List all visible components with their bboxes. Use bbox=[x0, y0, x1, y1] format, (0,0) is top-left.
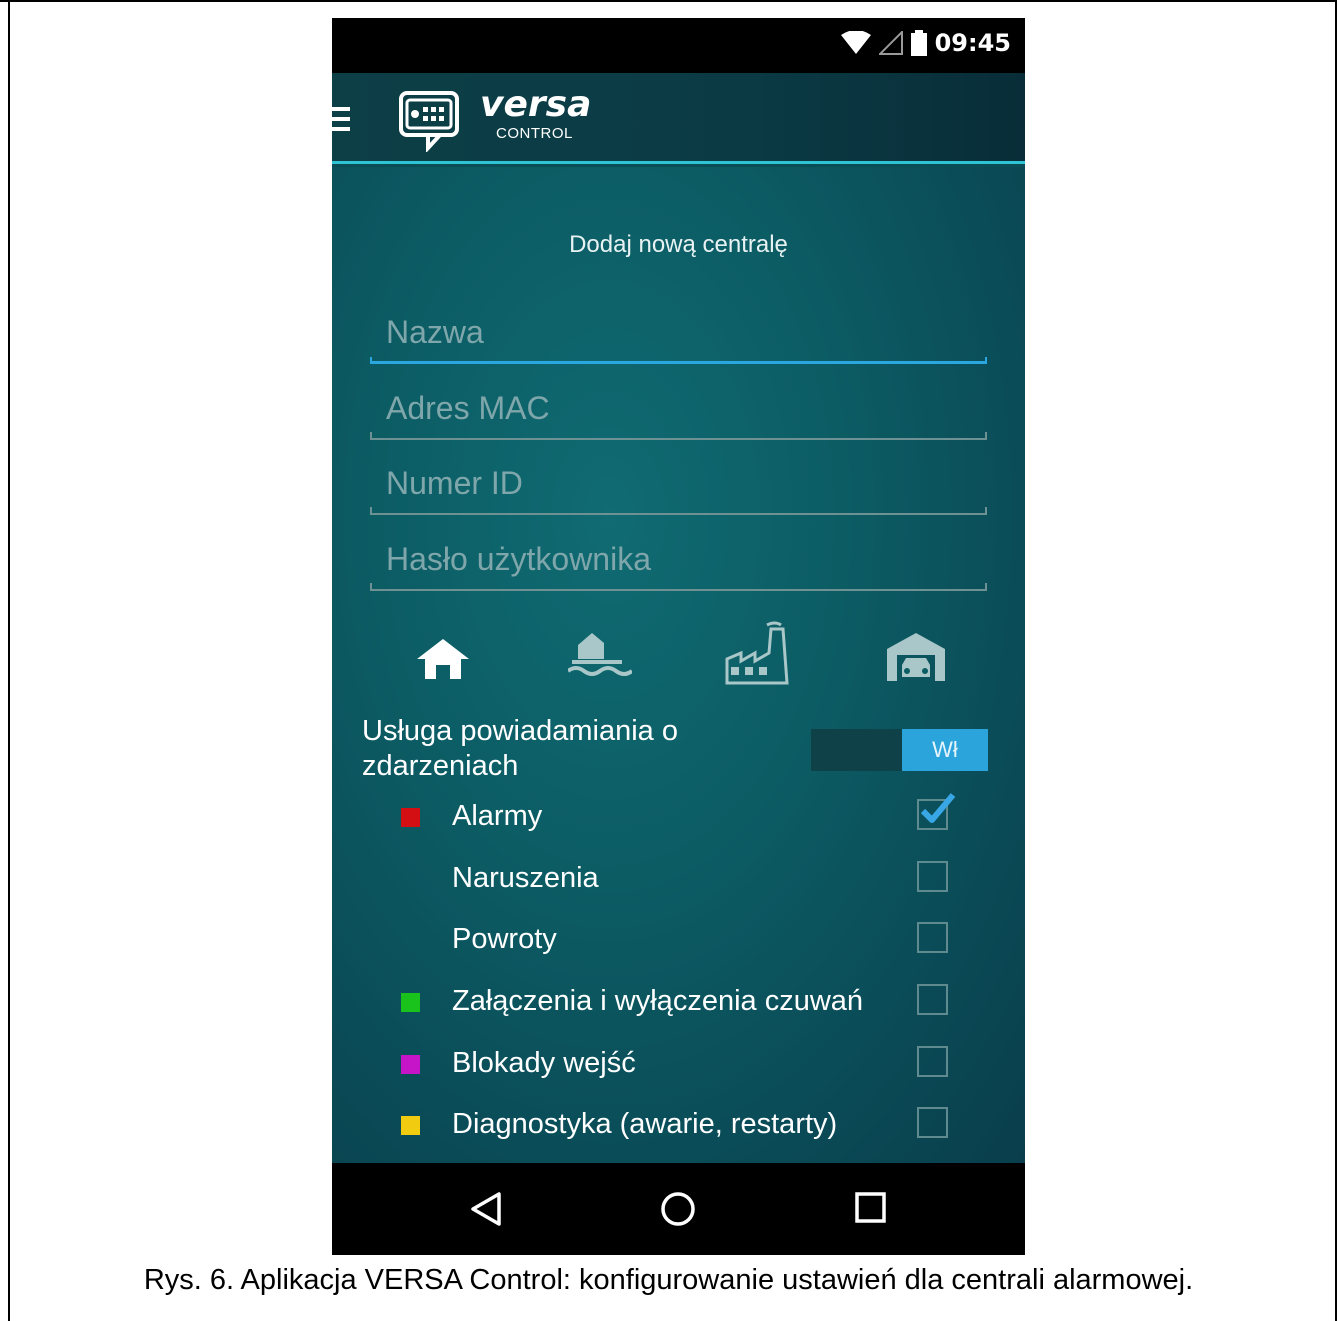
event-color-swatch bbox=[401, 1116, 420, 1135]
factory-icon[interactable] bbox=[725, 619, 791, 685]
event-label: Powroty bbox=[452, 923, 557, 955]
wifi-icon bbox=[840, 31, 871, 54]
event-notification-label: Usługa powiadamiania o zdarzeniach bbox=[362, 715, 678, 782]
event-checkbox[interactable] bbox=[917, 793, 956, 830]
keypad-logo-icon bbox=[399, 91, 459, 152]
mac-address-input[interactable] bbox=[370, 384, 987, 432]
event-label: Naruszenia bbox=[452, 862, 599, 894]
brand-subtitle: CONTROL bbox=[496, 125, 573, 142]
house-icon[interactable] bbox=[415, 637, 471, 681]
event-checkbox[interactable] bbox=[917, 1046, 948, 1077]
event-checkbox[interactable] bbox=[917, 861, 948, 892]
event-label: Blokady wejść bbox=[452, 1047, 636, 1079]
name-field[interactable] bbox=[370, 308, 987, 364]
event-row[interactable]: Załączenia i wyłączenia czuwań bbox=[332, 978, 1025, 1028]
status-time: 09:45 bbox=[934, 29, 1011, 57]
event-checkbox[interactable] bbox=[917, 984, 948, 1015]
form-title: Dodaj nową centralę bbox=[569, 231, 788, 258]
phone-screen: 09:45 versa CONTROL Dodaj nową centralę bbox=[332, 18, 1025, 1255]
home-icon[interactable] bbox=[660, 1191, 696, 1227]
event-color-swatch bbox=[401, 1055, 420, 1074]
id-number-field[interactable] bbox=[370, 459, 987, 515]
event-checkbox[interactable] bbox=[917, 922, 948, 953]
brand-name: versa bbox=[480, 84, 592, 125]
event-color-swatch bbox=[401, 993, 420, 1012]
recents-icon[interactable] bbox=[854, 1191, 888, 1225]
app-bar: versa CONTROL bbox=[332, 73, 1025, 164]
garage-icon[interactable] bbox=[885, 631, 947, 683]
id-number-input[interactable] bbox=[370, 459, 987, 507]
name-input[interactable] bbox=[370, 308, 987, 356]
back-icon[interactable] bbox=[469, 1191, 503, 1227]
event-row[interactable]: Powroty bbox=[332, 916, 1025, 966]
status-bar: 09:45 bbox=[332, 18, 1025, 73]
checkmark-icon bbox=[920, 793, 956, 823]
mac-address-field[interactable] bbox=[370, 384, 987, 440]
page-left-rule bbox=[8, 0, 10, 1321]
battery-icon bbox=[910, 30, 927, 56]
navigation-bar bbox=[332, 1163, 1025, 1255]
brand: versa CONTROL bbox=[480, 84, 592, 143]
event-label: Diagnostyka (awarie, restarty) bbox=[452, 1108, 838, 1140]
event-row[interactable]: Alarmy bbox=[332, 793, 1025, 843]
event-color-swatch bbox=[401, 808, 420, 827]
figure-caption: Rys. 6. Aplikacja VERSA Control: konfigu… bbox=[143, 1264, 1194, 1296]
object-type-selector bbox=[332, 621, 1025, 697]
event-row[interactable]: Diagnostyka (awarie, restarty) bbox=[332, 1101, 1025, 1151]
event-row[interactable]: Blokady wejść bbox=[332, 1040, 1025, 1090]
signal-icon bbox=[878, 31, 903, 55]
event-label: Alarmy bbox=[452, 800, 543, 832]
event-label: Załączenia i wyłączenia czuwań bbox=[452, 985, 864, 1017]
lake-house-icon[interactable] bbox=[568, 627, 632, 683]
toggle-on-label: Wł bbox=[902, 729, 988, 771]
user-password-input[interactable] bbox=[370, 535, 987, 583]
event-row[interactable]: Naruszenia bbox=[332, 855, 1025, 905]
menu-icon[interactable] bbox=[332, 107, 352, 131]
event-checkbox[interactable] bbox=[917, 1107, 948, 1138]
user-password-field[interactable] bbox=[370, 535, 987, 591]
event-notification-toggle[interactable]: Wł bbox=[811, 729, 988, 771]
add-panel-form: Dodaj nową centralę Nazwa Adres MAC Nume… bbox=[332, 167, 1025, 1163]
